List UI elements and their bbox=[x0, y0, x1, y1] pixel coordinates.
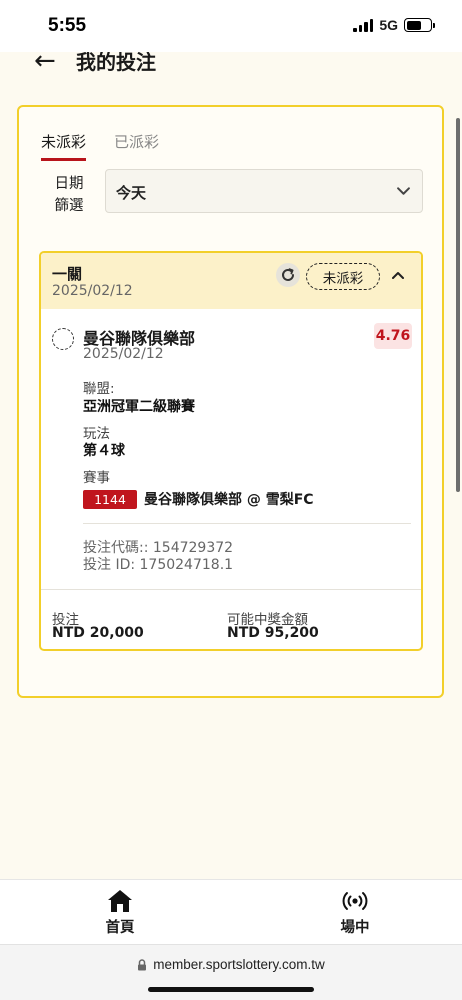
nav-label-live: 場中 bbox=[340, 920, 370, 936]
tab-settled[interactable]: 已派彩 bbox=[114, 131, 159, 161]
date-filter-label-line2: 篩選 bbox=[54, 198, 84, 214]
event-name: 曼谷聯隊俱樂部 @ 雪梨FC bbox=[144, 492, 314, 508]
event-label: 賽事 bbox=[83, 470, 110, 486]
refresh-icon bbox=[282, 268, 294, 281]
signal-icon bbox=[353, 18, 374, 32]
status-time: 5:55 bbox=[48, 15, 87, 36]
tab-unsettled[interactable]: 未派彩 bbox=[41, 131, 87, 161]
market-value: 第４球 bbox=[83, 443, 125, 459]
date-filter-select[interactable]: 今天 bbox=[105, 169, 423, 213]
odds-badge: 4.76 bbox=[374, 323, 412, 349]
browser-url-bar[interactable]: member.sportslottery.com.tw bbox=[0, 944, 462, 1000]
nav-label-home: 首頁 bbox=[105, 920, 135, 936]
chevron-down-icon bbox=[397, 187, 410, 195]
scrollbar[interactable] bbox=[456, 118, 460, 492]
date-filter-label: 日期 篩選 bbox=[49, 173, 89, 217]
bet-card: 一關 2025/02/12 未派彩 曼谷聯隊俱樂部 2025/02/12 4.7… bbox=[39, 251, 423, 651]
event-row: 1144 曼谷聯隊俱樂部 @ 雪梨FC bbox=[83, 489, 314, 509]
payout-value: NTD 95,200 bbox=[227, 625, 319, 641]
bet-id: 投注 ID: 175024718.1 bbox=[83, 557, 234, 573]
refresh-button[interactable] bbox=[276, 263, 300, 287]
date-filter-label-line1: 日期 bbox=[54, 176, 84, 192]
bet-date: 2025/02/12 bbox=[52, 283, 133, 299]
selection-date: 2025/02/12 bbox=[83, 346, 164, 362]
date-filter-value: 今天 bbox=[116, 184, 147, 202]
divider bbox=[83, 523, 411, 524]
bet-type: 一關 bbox=[52, 265, 83, 283]
market-label: 玩法 bbox=[83, 426, 110, 442]
status-bar: 5:55 5G bbox=[0, 0, 462, 52]
url-row: member.sportslottery.com.tw bbox=[0, 957, 462, 972]
nav-item-live[interactable]: 場中 bbox=[315, 889, 395, 937]
selection-status-icon bbox=[52, 328, 74, 350]
bet-status-badge: 未派彩 bbox=[306, 263, 380, 290]
divider bbox=[41, 589, 421, 590]
chevron-up-icon[interactable] bbox=[392, 270, 404, 282]
bets-panel: 未派彩 已派彩 日期 篩選 今天 一關 2025/02/12 未派彩 曼谷聯隊俱… bbox=[17, 105, 444, 698]
league-value: 亞洲冠軍二級聯賽 bbox=[83, 399, 195, 415]
home-indicator[interactable] bbox=[148, 987, 314, 992]
league-label: 聯盟: bbox=[83, 381, 115, 397]
bet-card-header[interactable]: 一關 2025/02/12 未派彩 bbox=[41, 253, 421, 309]
arrow-left-icon[interactable]: ← bbox=[34, 52, 56, 76]
battery-icon bbox=[404, 18, 435, 32]
network-type: 5G bbox=[379, 17, 398, 33]
lock-icon bbox=[138, 958, 147, 970]
stake-value: NTD 20,000 bbox=[52, 625, 144, 641]
bottom-nav: 首頁 場中 bbox=[0, 879, 462, 944]
live-broadcast-icon bbox=[342, 892, 368, 910]
bet-tabs: 未派彩 已派彩 bbox=[41, 131, 159, 161]
event-id-badge: 1144 bbox=[83, 489, 137, 509]
home-icon bbox=[108, 890, 132, 912]
status-indicators: 5G bbox=[353, 17, 435, 33]
nav-item-home[interactable]: 首頁 bbox=[80, 889, 160, 937]
url-text: member.sportslottery.com.tw bbox=[153, 957, 325, 972]
page-header: ← 我的投注 bbox=[0, 52, 462, 82]
page-title: 我的投注 bbox=[76, 52, 156, 74]
